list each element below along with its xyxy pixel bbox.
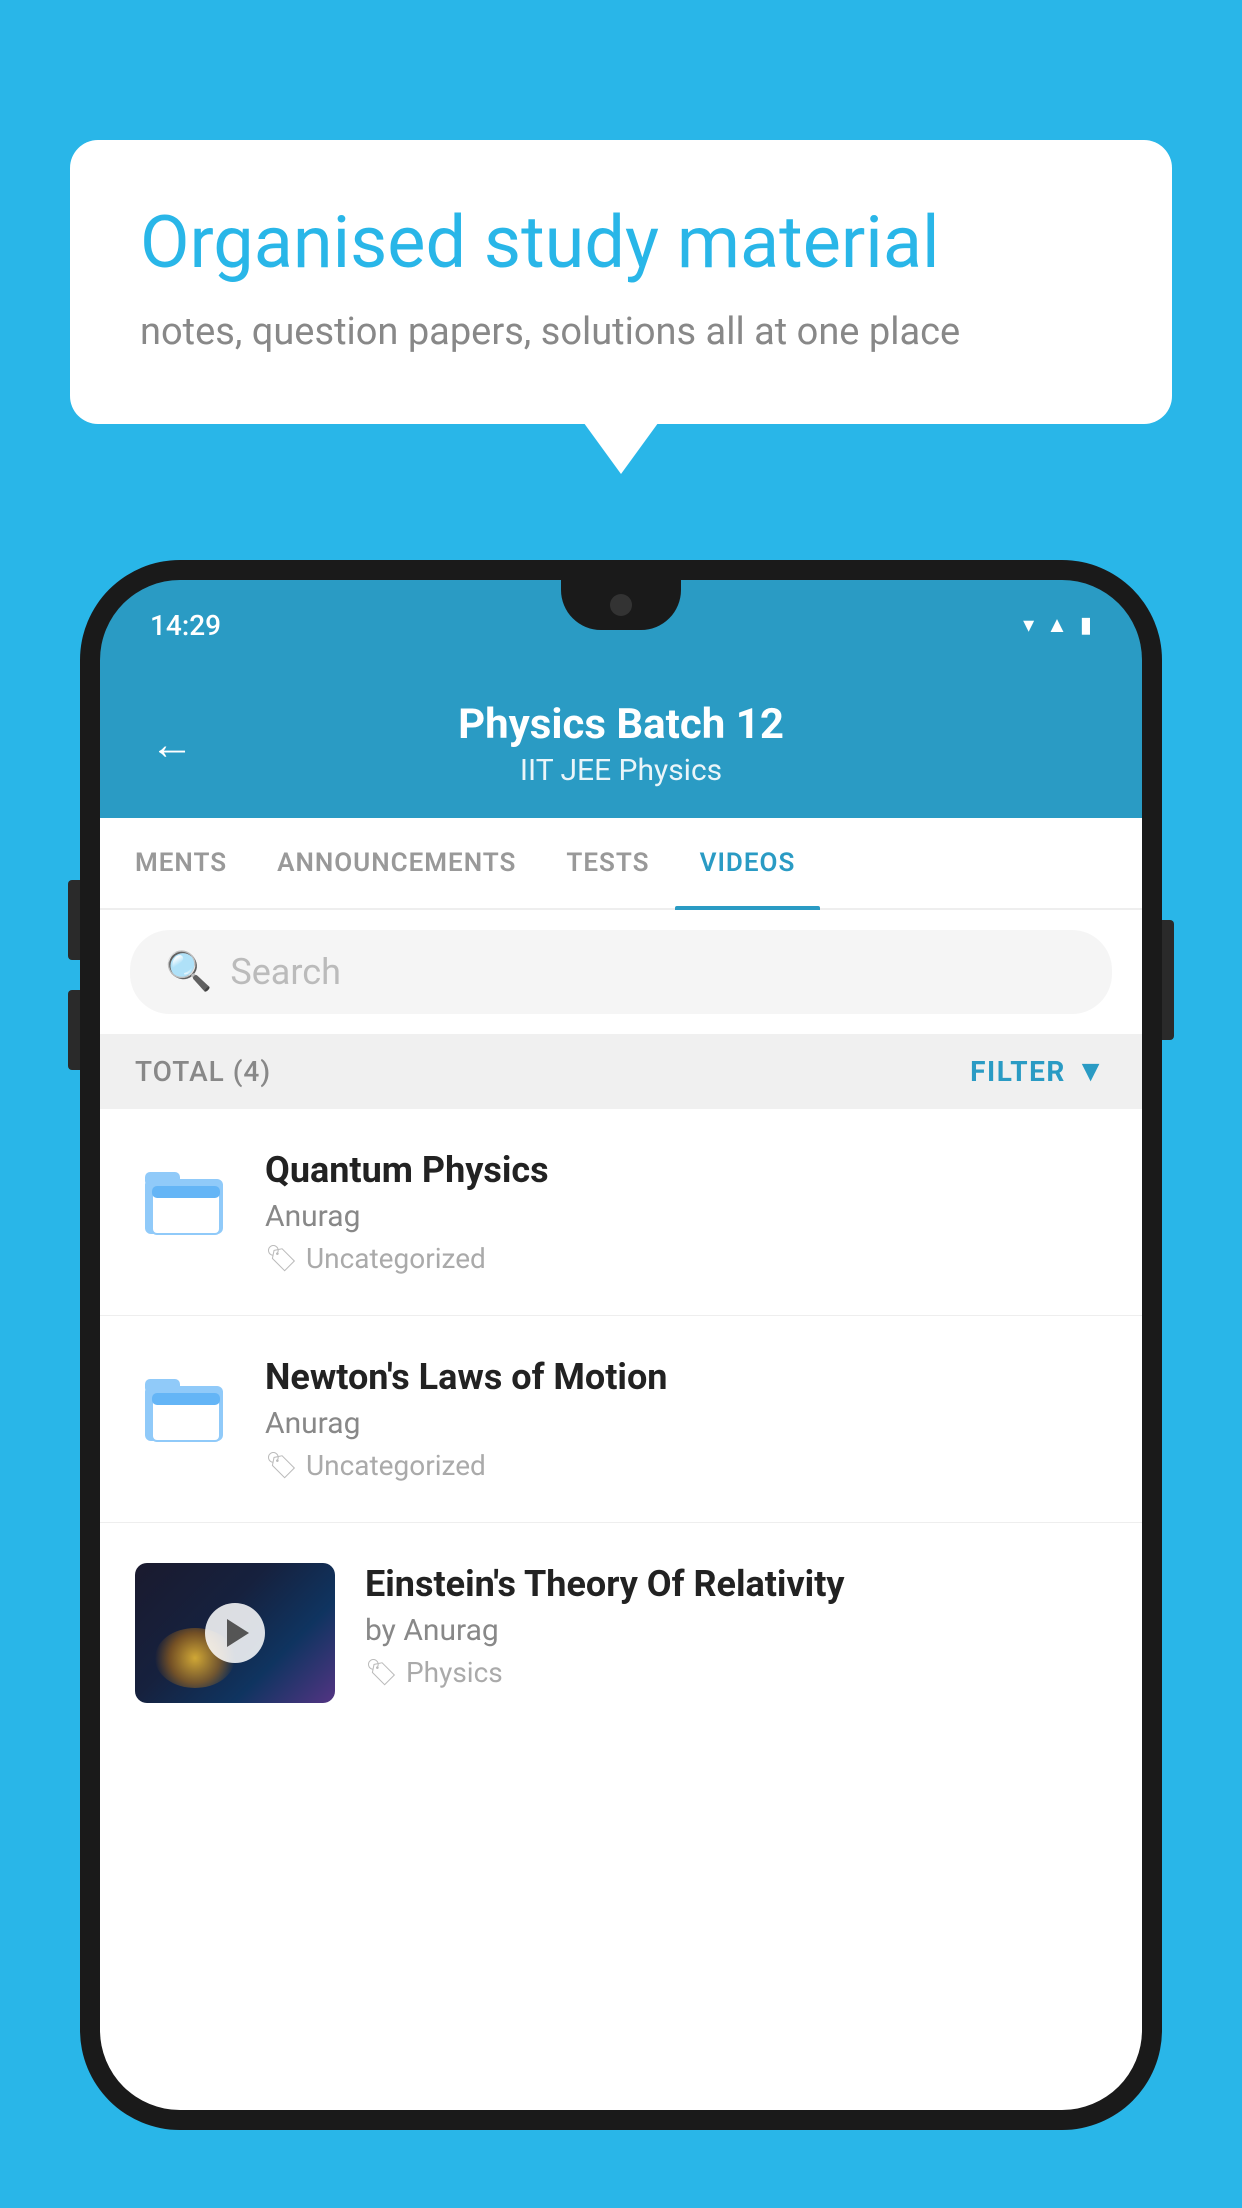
video-info: Quantum Physics Anurag 🏷 Uncategorized (265, 1149, 1107, 1275)
search-container: 🔍 Search (100, 910, 1142, 1034)
folder-icon-wrap-2 (135, 1356, 235, 1456)
filter-icon: ▼ (1076, 1054, 1107, 1089)
filter-button[interactable]: FILTER ▼ (970, 1054, 1107, 1089)
tab-ments[interactable]: MENTS (110, 818, 252, 908)
camera (610, 594, 632, 616)
tab-tests[interactable]: TESTS (541, 818, 674, 908)
video-author: Anurag (265, 1199, 1107, 1234)
search-icon: 🔍 (165, 950, 212, 994)
list-item[interactable]: Einstein's Theory Of Relativity by Anura… (100, 1523, 1142, 1743)
wifi-icon: ▾ (1023, 613, 1034, 638)
signal-icon: ▲ (1046, 612, 1068, 638)
video-tag-3: 🏷 Physics (365, 1656, 1107, 1689)
search-placeholder: Search (230, 951, 341, 993)
search-bar[interactable]: 🔍 Search (130, 930, 1112, 1014)
bubble-title: Organised study material (140, 200, 1102, 286)
list-item[interactable]: Newton's Laws of Motion Anurag 🏷 Uncateg… (100, 1316, 1142, 1523)
tag-text-3: Physics (406, 1656, 503, 1689)
header-title: Physics Batch 12 (224, 700, 1018, 749)
phone-wrapper: 14:29 ▾ ▲ ▮ ← Physics Batch 12 IIT JEE P… (80, 560, 1162, 2208)
play-button[interactable] (205, 1603, 265, 1663)
video-tag-2: 🏷 Uncategorized (265, 1449, 1107, 1482)
filter-row: TOTAL (4) FILTER ▼ (100, 1034, 1142, 1109)
list-item[interactable]: Quantum Physics Anurag 🏷 Uncategorized (100, 1109, 1142, 1316)
play-triangle (227, 1619, 249, 1647)
app-header: ← Physics Batch 12 IIT JEE Physics (100, 670, 1142, 818)
folder-icon-wrap (135, 1149, 235, 1249)
video-thumbnail (135, 1563, 335, 1703)
header-title-area: Physics Batch 12 IIT JEE Physics (224, 700, 1018, 788)
speech-bubble: Organised study material notes, question… (70, 140, 1172, 424)
bubble-subtitle: notes, question papers, solutions all at… (140, 310, 1102, 354)
folder-icon-2 (140, 1361, 230, 1451)
phone-frame: 14:29 ▾ ▲ ▮ ← Physics Batch 12 IIT JEE P… (80, 560, 1162, 2130)
battery-icon: ▮ (1080, 613, 1092, 638)
filter-label: FILTER (970, 1055, 1066, 1088)
video-tag: 🏷 Uncategorized (265, 1242, 1107, 1275)
tag-icon: 🏷 (265, 1244, 298, 1274)
total-count: TOTAL (4) (135, 1055, 271, 1088)
status-bar: 14:29 ▾ ▲ ▮ (100, 580, 1142, 670)
video-author-2: Anurag (265, 1406, 1107, 1441)
tag-text: Uncategorized (306, 1242, 486, 1275)
header-subtitle: IIT JEE Physics (224, 753, 1018, 788)
back-button[interactable]: ← (150, 718, 194, 770)
volume-up-button (68, 880, 80, 960)
phone-screen: ← Physics Batch 12 IIT JEE Physics MENTS… (100, 670, 1142, 2110)
tabs-bar: MENTS ANNOUNCEMENTS TESTS VIDEOS (100, 818, 1142, 910)
video-info-2: Newton's Laws of Motion Anurag 🏷 Uncateg… (265, 1356, 1107, 1482)
status-icons: ▾ ▲ ▮ (1023, 612, 1092, 638)
tag-icon-2: 🏷 (265, 1451, 298, 1481)
folder-icon (140, 1154, 230, 1244)
video-list: Quantum Physics Anurag 🏷 Uncategorized (100, 1109, 1142, 1743)
tag-text-2: Uncategorized (306, 1449, 486, 1482)
speech-bubble-container: Organised study material notes, question… (70, 140, 1172, 424)
video-title-2: Newton's Laws of Motion (265, 1356, 1107, 1398)
power-button (1162, 920, 1174, 1040)
video-title: Quantum Physics (265, 1149, 1107, 1191)
tab-announcements[interactable]: ANNOUNCEMENTS (252, 818, 541, 908)
tab-videos[interactable]: VIDEOS (675, 818, 821, 908)
tag-icon-3: 🏷 (365, 1658, 398, 1688)
video-title-3: Einstein's Theory Of Relativity (365, 1563, 1107, 1605)
video-author-3: by Anurag (365, 1613, 1107, 1648)
status-time: 14:29 (150, 609, 221, 642)
video-info-3: Einstein's Theory Of Relativity by Anura… (365, 1563, 1107, 1689)
notch (561, 580, 681, 630)
volume-down-button (68, 990, 80, 1070)
